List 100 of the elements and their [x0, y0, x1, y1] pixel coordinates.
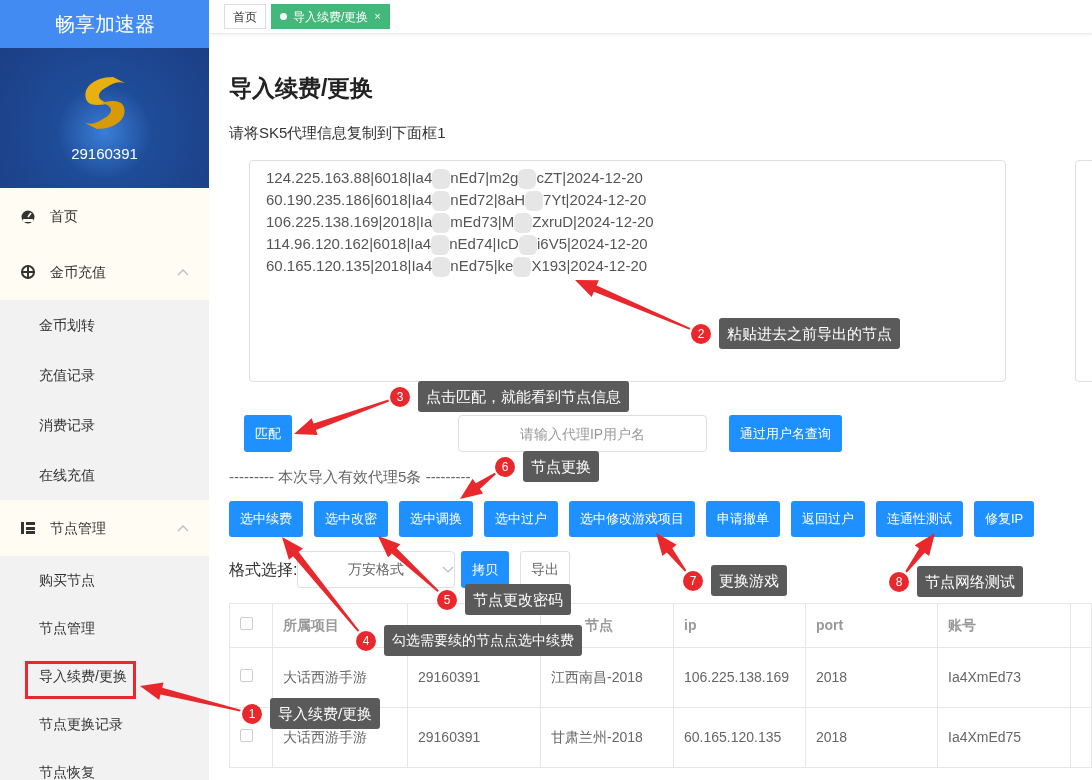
text-line-fragment: 106.225.138.169|2018|Ia — [266, 213, 433, 231]
menu-group[interactable]: 首页 — [0, 188, 209, 244]
text-line-fragment: 114.96.120.162|6018|Ia4 — [266, 235, 432, 253]
callout-label: 粘贴进去之前导出的节点 — [719, 318, 900, 349]
tab[interactable]: 首页 — [224, 4, 266, 29]
menu-item[interactable]: 充值记录 — [0, 350, 209, 400]
table-cell: 2018 — [816, 729, 848, 745]
checkbox[interactable] — [240, 729, 253, 742]
menu-item[interactable]: 节点恢复 — [0, 748, 209, 780]
callout-label: 节点更改密码 — [465, 584, 571, 615]
callout-label: 节点网络测试 — [917, 566, 1023, 597]
text-line-fragment: nEd75|ke — [450, 257, 514, 275]
pointer-arrow — [656, 533, 687, 572]
redaction-blur — [518, 169, 537, 190]
menu-item[interactable]: 消费记录 — [0, 400, 209, 450]
step-number-badge: 5 — [437, 589, 457, 610]
match-button[interactable]: 匹配 — [244, 415, 292, 452]
column-header: port — [816, 617, 844, 633]
step-number-badge: 7 — [683, 570, 703, 591]
text-line-fragment: nEd74|IcD — [449, 235, 519, 253]
table-cell: 江西南昌-2018 — [551, 669, 643, 685]
menu-group[interactable]: 节点管理 — [0, 500, 209, 556]
text-line-fragment: ZxruD|2024-12-20 — [532, 213, 654, 231]
action-button[interactable]: 申请撤单 — [706, 501, 780, 537]
step-number-badge: 2 — [691, 323, 711, 344]
redaction-blur — [518, 235, 537, 256]
dashboard-icon — [20, 208, 36, 224]
action-button[interactable]: 返回过户 — [791, 501, 865, 537]
menu-item[interactable]: 在线充值 — [0, 450, 209, 500]
menu-item[interactable]: 购买节点 — [0, 556, 209, 604]
format-label: 格式选择: — [229, 559, 298, 580]
instruction-text: 请将SK5代理信息复制到下面框1 — [229, 122, 447, 143]
action-button[interactable]: 修复IP — [974, 501, 1035, 537]
menu-item[interactable]: 节点管理 — [0, 604, 209, 652]
text-line-fragment: cZT|2024-12-20 — [536, 169, 643, 186]
list-icon — [20, 520, 36, 536]
redaction-blur — [432, 191, 451, 212]
step-number-badge: 3 — [390, 386, 410, 407]
column-header: ip — [684, 617, 697, 633]
step-number-badge: 1 — [242, 703, 262, 724]
step-number-badge: 8 — [889, 571, 909, 592]
text-line-fragment: i6V5|2024-12-20 — [536, 235, 648, 253]
table-cell: 60.165.120.135 — [684, 729, 782, 745]
action-button[interactable]: 选中续费 — [229, 501, 303, 537]
callout-label: 节点更换 — [523, 451, 599, 482]
redaction-blur — [432, 257, 451, 278]
user-id: 29160391 — [71, 143, 138, 164]
menu-item[interactable]: 导入续费/更换 — [0, 652, 209, 700]
checkbox[interactable] — [240, 669, 253, 682]
table-cell: Ia4XmEd75 — [948, 729, 1022, 745]
menu-group[interactable]: 金币充值 — [0, 244, 209, 300]
text-line-fragment: 124.225.163.88|6018|Ia4 — [266, 169, 433, 186]
callout-label: 导入续费/更换 — [270, 698, 381, 729]
callout-label: 勾选需要续的节点点选中续费 — [384, 625, 582, 656]
brand-title: 畅享加速器 — [0, 0, 209, 48]
table-cell: 29160391 — [418, 669, 481, 685]
redaction-blur — [431, 235, 450, 256]
copy-button[interactable]: 拷贝 — [461, 551, 510, 588]
column-header: 账号 — [948, 617, 976, 633]
status-dot-icon — [280, 13, 287, 20]
text-line-fragment: nEd72|8aH — [450, 191, 526, 209]
redaction-blur — [525, 191, 544, 212]
table-cell: 甘肃兰州-2018 — [551, 729, 643, 745]
action-button[interactable]: 选中修改游戏项目 — [569, 501, 695, 537]
result-summary: --------- 本次导入有效代理5条 --------- — [229, 467, 471, 487]
table-cell: 大话西游手游 — [283, 669, 367, 685]
text-line-fragment: mEd73|M — [450, 213, 515, 231]
redaction-blur — [432, 169, 451, 190]
action-button[interactable]: 选中调换 — [399, 501, 473, 537]
column-header: 节点 — [585, 617, 613, 633]
menu-item[interactable]: 节点更换记录 — [0, 700, 209, 748]
action-button[interactable]: 选中改密 — [314, 501, 388, 537]
page-title: 导入续费/更换 — [229, 74, 375, 103]
query-button[interactable]: 通过用户名查询 — [729, 415, 842, 452]
step-number-badge: 6 — [495, 456, 515, 477]
table-cell: 29160391 — [418, 729, 481, 745]
pointer-arrow — [460, 472, 496, 499]
table-cell: 106.225.138.169 — [684, 669, 790, 685]
action-button[interactable]: 选中过户 — [484, 501, 558, 537]
text-line-fragment: 7Yt|2024-12-20 — [543, 191, 647, 209]
redaction-blur — [514, 213, 533, 234]
username-search-field[interactable]: 请输入代理IP用户名 — [458, 415, 707, 452]
table-cell: Ia4XmEd73 — [948, 669, 1022, 685]
menu-item[interactable]: 金币划转 — [0, 300, 209, 350]
redaction-blur — [513, 257, 532, 278]
checkbox[interactable] — [240, 617, 253, 630]
text-line-fragment: 60.165.120.135|2018|Ia4 — [266, 257, 433, 275]
callout-label: 更换游戏 — [711, 565, 787, 596]
pointer-arrow — [905, 533, 935, 573]
text-line-fragment: 60.190.235.186|6018|Ia4 — [266, 191, 433, 209]
table-cell: 2018 — [816, 669, 848, 685]
action-button[interactable]: 连通性测试 — [876, 501, 963, 537]
text-line-fragment: X193|2024-12-20 — [531, 257, 648, 275]
chevron-icon — [442, 566, 455, 573]
callout-label: 点击匹配，就能看到节点信息 — [418, 381, 629, 412]
crosshair-icon — [20, 264, 36, 280]
text-line-fragment: nEd7|m2g — [450, 169, 519, 186]
table-cell: 大话西游手游 — [283, 729, 367, 745]
redaction-blur — [432, 213, 451, 234]
step-number-badge: 4 — [356, 630, 376, 651]
